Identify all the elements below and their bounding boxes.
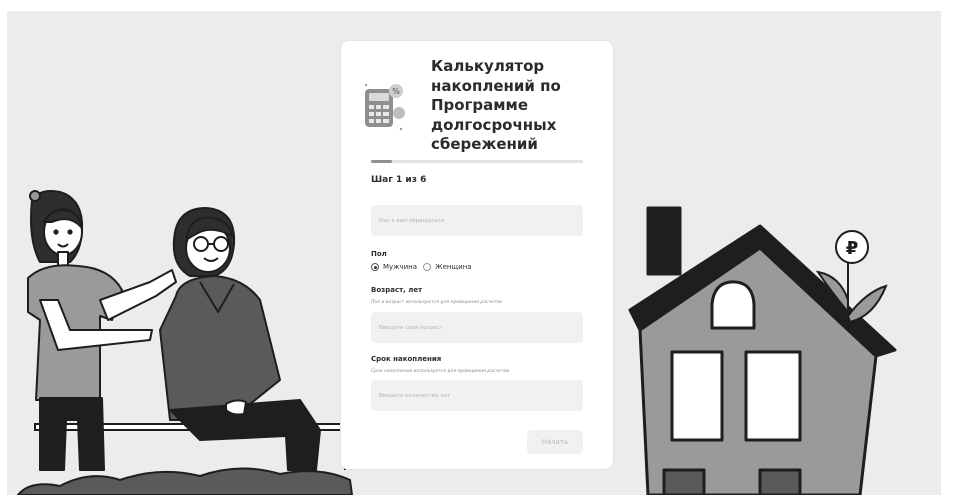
svg-text:%: % — [392, 87, 400, 96]
gender-female-radio[interactable] — [423, 263, 432, 271]
step-progress-bar — [371, 160, 583, 163]
ruble-coin-icon: ₽ — [846, 238, 859, 259]
term-input[interactable] — [371, 380, 583, 411]
card-header: % Калькулятор накоплений по Программе до… — [363, 57, 593, 167]
age-hint: Пол и возраст используются для проведени… — [371, 300, 502, 305]
term-hint: Срок накопления используется для проведе… — [371, 369, 509, 374]
name-input[interactable] — [371, 205, 583, 236]
age-label: Возраст, лет — [371, 286, 423, 294]
age-input[interactable] — [371, 312, 583, 343]
gender-male-radio[interactable] — [371, 263, 379, 271]
gender-radio-group: Мужчина Женщина — [371, 263, 477, 271]
step-progress-fill — [371, 160, 393, 163]
gender-label: Пол — [371, 250, 387, 258]
term-label: Срок накопления — [371, 355, 442, 363]
start-button[interactable]: Начать — [527, 430, 583, 454]
calculator-card: % Калькулятор накоплений по Программе до… — [341, 41, 613, 469]
gender-male-label[interactable]: Мужчина — [383, 263, 417, 271]
calculator-title: Калькулятор накоплений по Программе долг… — [431, 57, 561, 153]
calculator-icon: % — [364, 83, 405, 131]
gender-female-label[interactable]: Женщина — [435, 263, 471, 271]
step-indicator: Шаг 1 из 6 — [371, 175, 427, 185]
ground-hills — [16, 467, 354, 495]
